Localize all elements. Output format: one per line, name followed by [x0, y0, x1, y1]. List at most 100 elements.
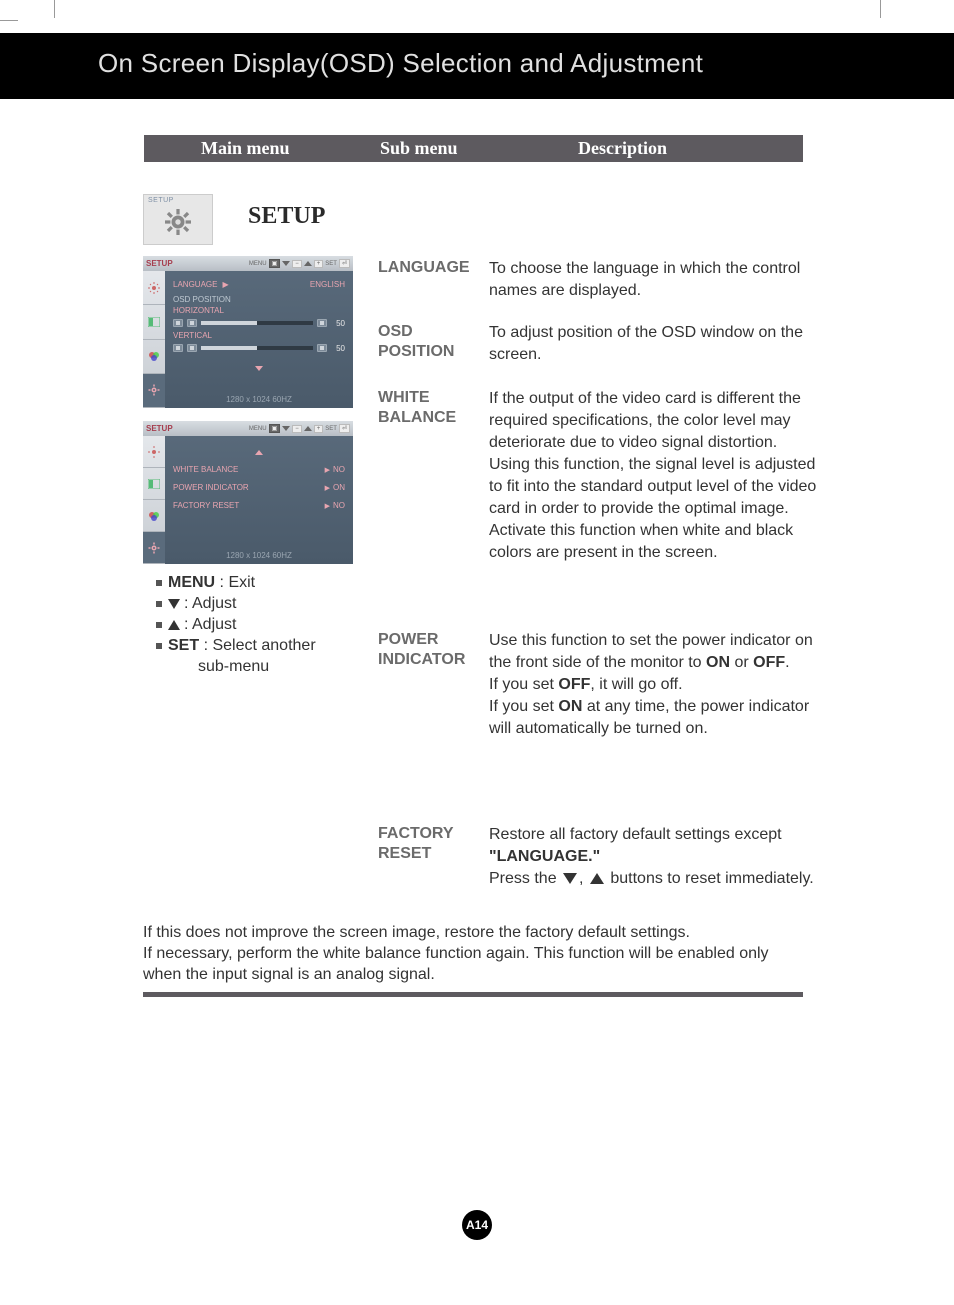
col-sub: Sub menu — [380, 138, 458, 159]
osd1-language-label: LANGUAGE — [173, 280, 217, 289]
osd1-sidebar — [143, 271, 165, 408]
legend-row: : Adjust — [156, 614, 316, 635]
legend-row: MENU : Exit — [156, 572, 316, 593]
desc-pi-4a: If you set — [489, 698, 558, 715]
desc-fr-lang: "LANGUAGE." — [489, 848, 600, 865]
arrow-right-icon: ▶ — [222, 280, 228, 289]
picture-tab-icon — [143, 468, 165, 500]
osd2-row: WHITE BALANCE ▶NO — [173, 460, 345, 478]
nav-chip-icon: ▣ — [269, 259, 281, 268]
sub-osd-position: OSD POSITION — [378, 322, 454, 362]
slider-inc-icon — [317, 344, 327, 352]
legend-up-text: : Adjust — [184, 614, 236, 635]
setup-tab-icon — [143, 532, 165, 564]
triangle-up-icon — [304, 426, 312, 431]
osd-screenshot-2: SETUP MENU ▣ − + SET ⏎ — [143, 421, 353, 564]
osd2-row-label: FACTORY RESET — [173, 501, 239, 510]
osd1-vertical-label: VERTICAL — [173, 331, 345, 340]
arrow-right-icon: ▶ — [325, 467, 330, 474]
desc-pi-period: . — [785, 654, 789, 671]
legend-menu-key: MENU — [168, 574, 215, 591]
nav-chip-icon: − — [292, 425, 302, 433]
sub-factory-reset: FACTORY RESET — [378, 824, 454, 864]
desc-power-indicator: Use this function to set the power indic… — [489, 630, 817, 740]
picture-tab-icon — [143, 305, 165, 339]
slider-dec-icon — [187, 344, 197, 352]
nav-chip-icon: + — [314, 260, 324, 268]
button-legend: MENU : Exit : Adjust : Adjust SET : Sele… — [156, 572, 316, 677]
slider-dec-icon — [187, 319, 197, 327]
sub-power-indicator: POWER INDICATOR — [378, 630, 465, 670]
triangle-down-icon — [282, 261, 290, 266]
osd2-resolution: 1280 x 1024 60HZ — [165, 551, 353, 560]
setup-tab-icon — [143, 374, 165, 408]
osd1-nav-buttons: MENU ▣ − + SET ⏎ — [249, 259, 350, 268]
osd2-row-value: ON — [333, 483, 345, 492]
osd2-sidebar — [143, 436, 165, 564]
nav-chip-icon: ⏎ — [339, 424, 350, 433]
crop-mark — [0, 20, 18, 21]
osd2-row-value: NO — [333, 465, 345, 474]
osd1-v-slider: 50 — [173, 342, 345, 354]
slider-inc-icon — [317, 319, 327, 327]
legend-set-text: : Select another — [199, 637, 316, 654]
legend-row: : Adjust — [156, 593, 316, 614]
col-desc: Description — [578, 138, 667, 159]
legend-row: SET : Select another — [156, 635, 316, 656]
col-main: Main menu — [201, 138, 290, 159]
osd1-topbar: SETUP MENU ▣ − + SET ⏎ — [143, 256, 353, 271]
slider-dec-icon — [173, 319, 183, 327]
triangle-down-icon — [168, 599, 180, 609]
triangle-up-icon — [168, 620, 180, 630]
osd2-row-label: POWER INDICATOR — [173, 483, 249, 492]
scroll-up-icon — [255, 450, 263, 455]
bullet-icon — [156, 580, 162, 586]
legend-menu-text: : Exit — [215, 574, 255, 591]
osd1-horizontal-label: HORIZONTAL — [173, 306, 345, 315]
nav-chip-icon: − — [292, 260, 302, 268]
osd2-set-label: SET — [325, 426, 337, 432]
desc-language: To choose the language in which the cont… — [489, 258, 817, 302]
osd1-resolution: 1280 x 1024 60HZ — [165, 395, 353, 404]
column-header-bar: Main menu Sub menu Description — [144, 135, 803, 162]
sub-wb-2: BALANCE — [378, 409, 456, 426]
triangle-up-icon — [590, 873, 604, 884]
sub-white-balance: WHITE BALANCE — [378, 388, 456, 428]
osd1-title: SETUP — [146, 259, 173, 268]
color-tab-icon — [143, 500, 165, 532]
sub-osd-position-1: OSD — [378, 323, 413, 340]
sub-wb-1: WHITE — [378, 389, 430, 406]
footnote: If this does not improve the screen imag… — [143, 922, 803, 985]
bullet-icon — [156, 643, 162, 649]
osd2-row: POWER INDICATOR ▶ON — [173, 478, 345, 496]
brightness-tab-icon — [143, 436, 165, 468]
color-tab-icon — [143, 340, 165, 374]
brightness-tab-icon — [143, 271, 165, 305]
legend-down-text: : Adjust — [184, 593, 236, 614]
triangle-down-icon — [282, 426, 290, 431]
arrow-right-icon: ▶ — [325, 485, 330, 492]
desc-pi-3b: , it will go off. — [590, 676, 682, 693]
desc-pi-on: ON — [706, 654, 730, 671]
triangle-up-icon — [304, 261, 312, 266]
osd-screenshot-1: SETUP MENU ▣ − + SET ⏎ — [143, 256, 353, 408]
legend-row: sub-menu — [156, 656, 316, 677]
legend-set-text2: sub-menu — [198, 656, 269, 677]
sub-osd-position-2: POSITION — [378, 343, 454, 360]
osd1-h-slider: 50 — [173, 317, 345, 329]
nav-chip-icon: ▣ — [269, 424, 281, 433]
sub-pi-2: INDICATOR — [378, 651, 465, 668]
scroll-down-icon — [255, 366, 263, 371]
desc-fr-2a: Press the — [489, 870, 561, 887]
osd2-row-label: WHITE BALANCE — [173, 465, 238, 474]
osd1-content: LANGUAGE ▶ ENGLISH OSD POSITION HORIZONT… — [165, 271, 353, 408]
sub-pi-1: POWER — [378, 631, 438, 648]
osd2-content: WHITE BALANCE ▶NO POWER INDICATOR ▶ON FA… — [165, 436, 353, 564]
bottom-divider — [143, 992, 803, 997]
desc-pi-on2: ON — [558, 698, 582, 715]
osd1-set-label: SET — [325, 261, 337, 267]
osd2-row-value: NO — [333, 501, 345, 510]
osd2-title: SETUP — [146, 424, 173, 433]
setup-icon-label: SETUP — [148, 197, 174, 204]
bullet-icon — [156, 622, 162, 628]
